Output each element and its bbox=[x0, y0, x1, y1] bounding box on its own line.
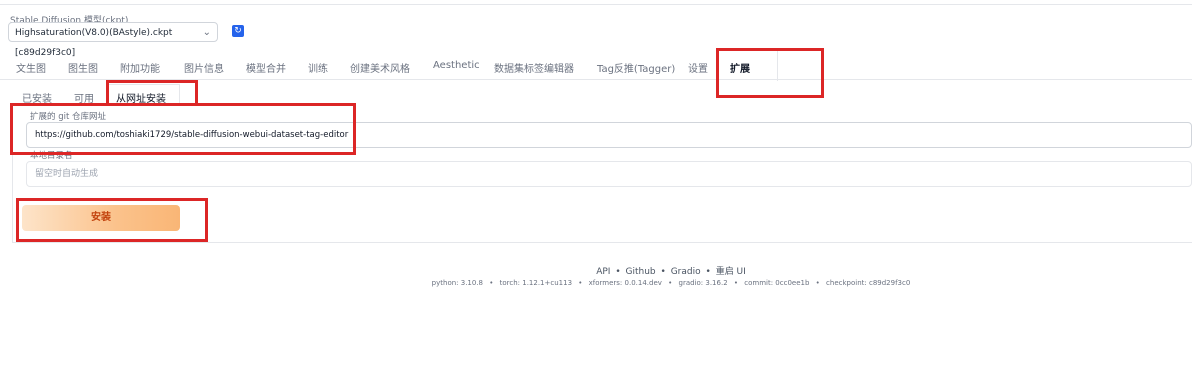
model-select[interactable]: Highsaturation(V8.0)(BAstyle).ckpt [c89d… bbox=[8, 22, 218, 58]
footer-link-reload-ui[interactable]: 重启 UI bbox=[716, 267, 746, 277]
footer-separator: • bbox=[489, 279, 494, 287]
local-dir-input[interactable]: 留空时自动生成 bbox=[26, 161, 1192, 187]
tab-tagger[interactable]: Tag反推(Tagger) bbox=[597, 60, 675, 75]
tab-img2img[interactable]: 图生图 bbox=[68, 60, 98, 75]
footer-separator: • bbox=[660, 267, 666, 277]
version-xformers: xformers: 0.0.14.dev bbox=[588, 279, 662, 287]
annotation-box-install-button bbox=[16, 198, 208, 242]
footer-separator: • bbox=[668, 279, 673, 287]
footer-separator: • bbox=[615, 267, 621, 277]
tab-settings[interactable]: 设置 bbox=[688, 60, 708, 75]
model-select-value: Highsaturation(V8.0)(BAstyle).ckpt [c89d… bbox=[15, 28, 173, 58]
tab-txt2img[interactable]: 文生图 bbox=[16, 60, 46, 75]
version-checkpoint: checkpoint: c89d29f3c0 bbox=[826, 279, 911, 287]
footer-separator: • bbox=[815, 279, 820, 287]
refresh-icon[interactable]: ↻ bbox=[232, 25, 244, 37]
annotation-box-extensions-tab bbox=[716, 48, 824, 98]
version-torch: torch: 1.12.1+cu113 bbox=[499, 279, 573, 287]
tab-aesthetic[interactable]: Aesthetic bbox=[433, 60, 480, 71]
tab-train[interactable]: 训练 bbox=[308, 60, 328, 75]
version-commit: commit: 0cc0ee1b bbox=[744, 279, 810, 287]
footer-link-api[interactable]: API bbox=[596, 267, 610, 277]
tab-styles[interactable]: 创建美术风格 bbox=[350, 60, 410, 75]
footer-separator: • bbox=[578, 279, 583, 287]
footer-link-github[interactable]: Github bbox=[626, 267, 656, 277]
footer-separator: • bbox=[733, 279, 739, 287]
top-divider bbox=[0, 4, 1192, 5]
chevron-down-icon: ⌄ bbox=[202, 27, 211, 38]
footer-links: API • Github • Gradio • 重启 UI bbox=[0, 264, 1192, 277]
version-python: python: 3.10.8 bbox=[431, 279, 484, 287]
tab-merge[interactable]: 模型合并 bbox=[246, 60, 286, 75]
footer-version-info: python: 3.10.8 • torch: 1.12.1+cu113 • x… bbox=[0, 279, 1192, 287]
tab-dataset-tag-editor[interactable]: 数据集标签编辑器 bbox=[494, 60, 574, 75]
footer-link-gradio[interactable]: Gradio bbox=[671, 267, 701, 277]
annotation-box-url-field bbox=[10, 103, 356, 155]
tab-png-info[interactable]: 图片信息 bbox=[184, 60, 224, 75]
version-gradio: gradio: 3.16.2 bbox=[678, 279, 728, 287]
tab-extras[interactable]: 附加功能 bbox=[120, 60, 160, 75]
footer-separator: • bbox=[705, 267, 711, 277]
